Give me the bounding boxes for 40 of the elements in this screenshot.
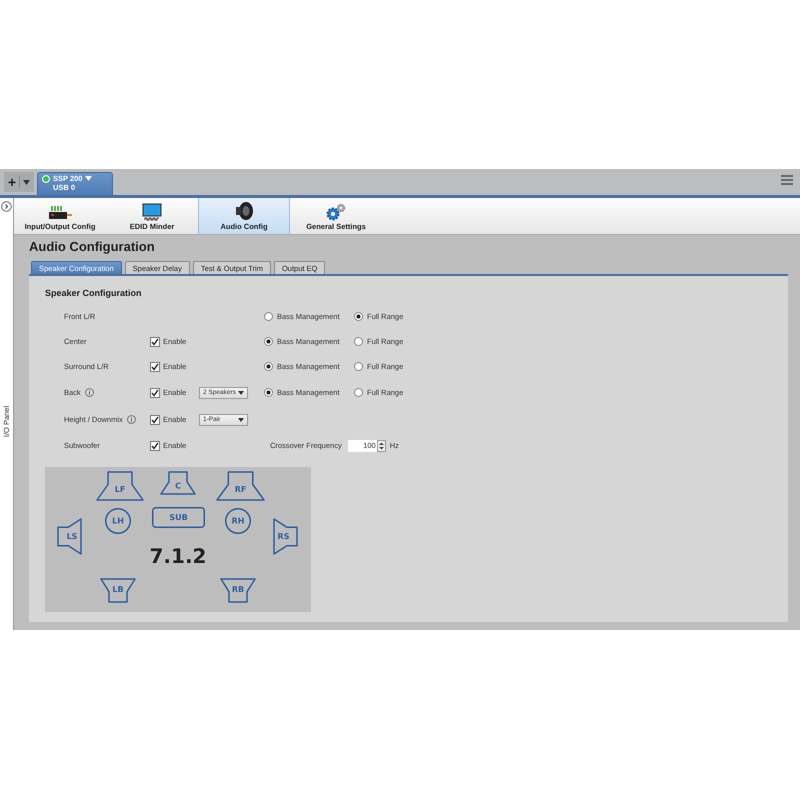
speaker-symbol: LS: [57, 518, 82, 555]
caret-icon: [23, 180, 30, 184]
monitor-icon: [142, 203, 162, 221]
radio-button[interactable]: [354, 312, 363, 321]
caret-icon: [238, 390, 244, 394]
radio-button[interactable]: [264, 312, 273, 321]
spinner-icon[interactable]: [376, 440, 386, 452]
device-icon: [47, 205, 73, 221]
checkbox[interactable]: [150, 388, 160, 398]
speaker-icon: [234, 201, 254, 221]
speaker-symbol: SUB: [152, 507, 205, 528]
info-icon[interactable]: [126, 415, 136, 424]
page-title: Audio Configuration: [29, 239, 156, 256]
radio-button[interactable]: [264, 337, 273, 346]
radio-button[interactable]: [264, 388, 273, 397]
menu-icon[interactable]: [781, 175, 793, 185]
radio-button[interactable]: [354, 388, 363, 397]
gear-icon: [325, 203, 347, 221]
speaker-symbol: LH: [105, 508, 131, 534]
speaker-symbol: RH: [225, 508, 251, 534]
speaker-symbol: RF: [216, 471, 265, 501]
radio-button[interactable]: [264, 362, 273, 371]
speaker-symbol: C: [160, 471, 196, 495]
speaker-symbol: RB: [220, 578, 256, 603]
checkbox[interactable]: [150, 362, 160, 372]
speaker-symbol: LF: [96, 471, 144, 501]
expand-icon[interactable]: [1, 201, 12, 212]
caret-icon: [238, 418, 244, 422]
layout-label: 7.1.2: [150, 544, 206, 568]
checkbox[interactable]: [150, 336, 160, 346]
caret-icon[interactable]: [85, 176, 92, 181]
checkbox[interactable]: [150, 440, 160, 450]
radio-button[interactable]: [354, 362, 363, 371]
info-icon[interactable]: [84, 388, 94, 397]
section-title: Speaker Configuration: [45, 288, 143, 300]
speaker-symbol: LB: [100, 578, 136, 603]
radio-button[interactable]: [354, 337, 363, 346]
checkbox[interactable]: [150, 414, 160, 424]
add-button[interactable]: +: [4, 172, 34, 192]
speaker-symbol: RS: [273, 518, 298, 555]
